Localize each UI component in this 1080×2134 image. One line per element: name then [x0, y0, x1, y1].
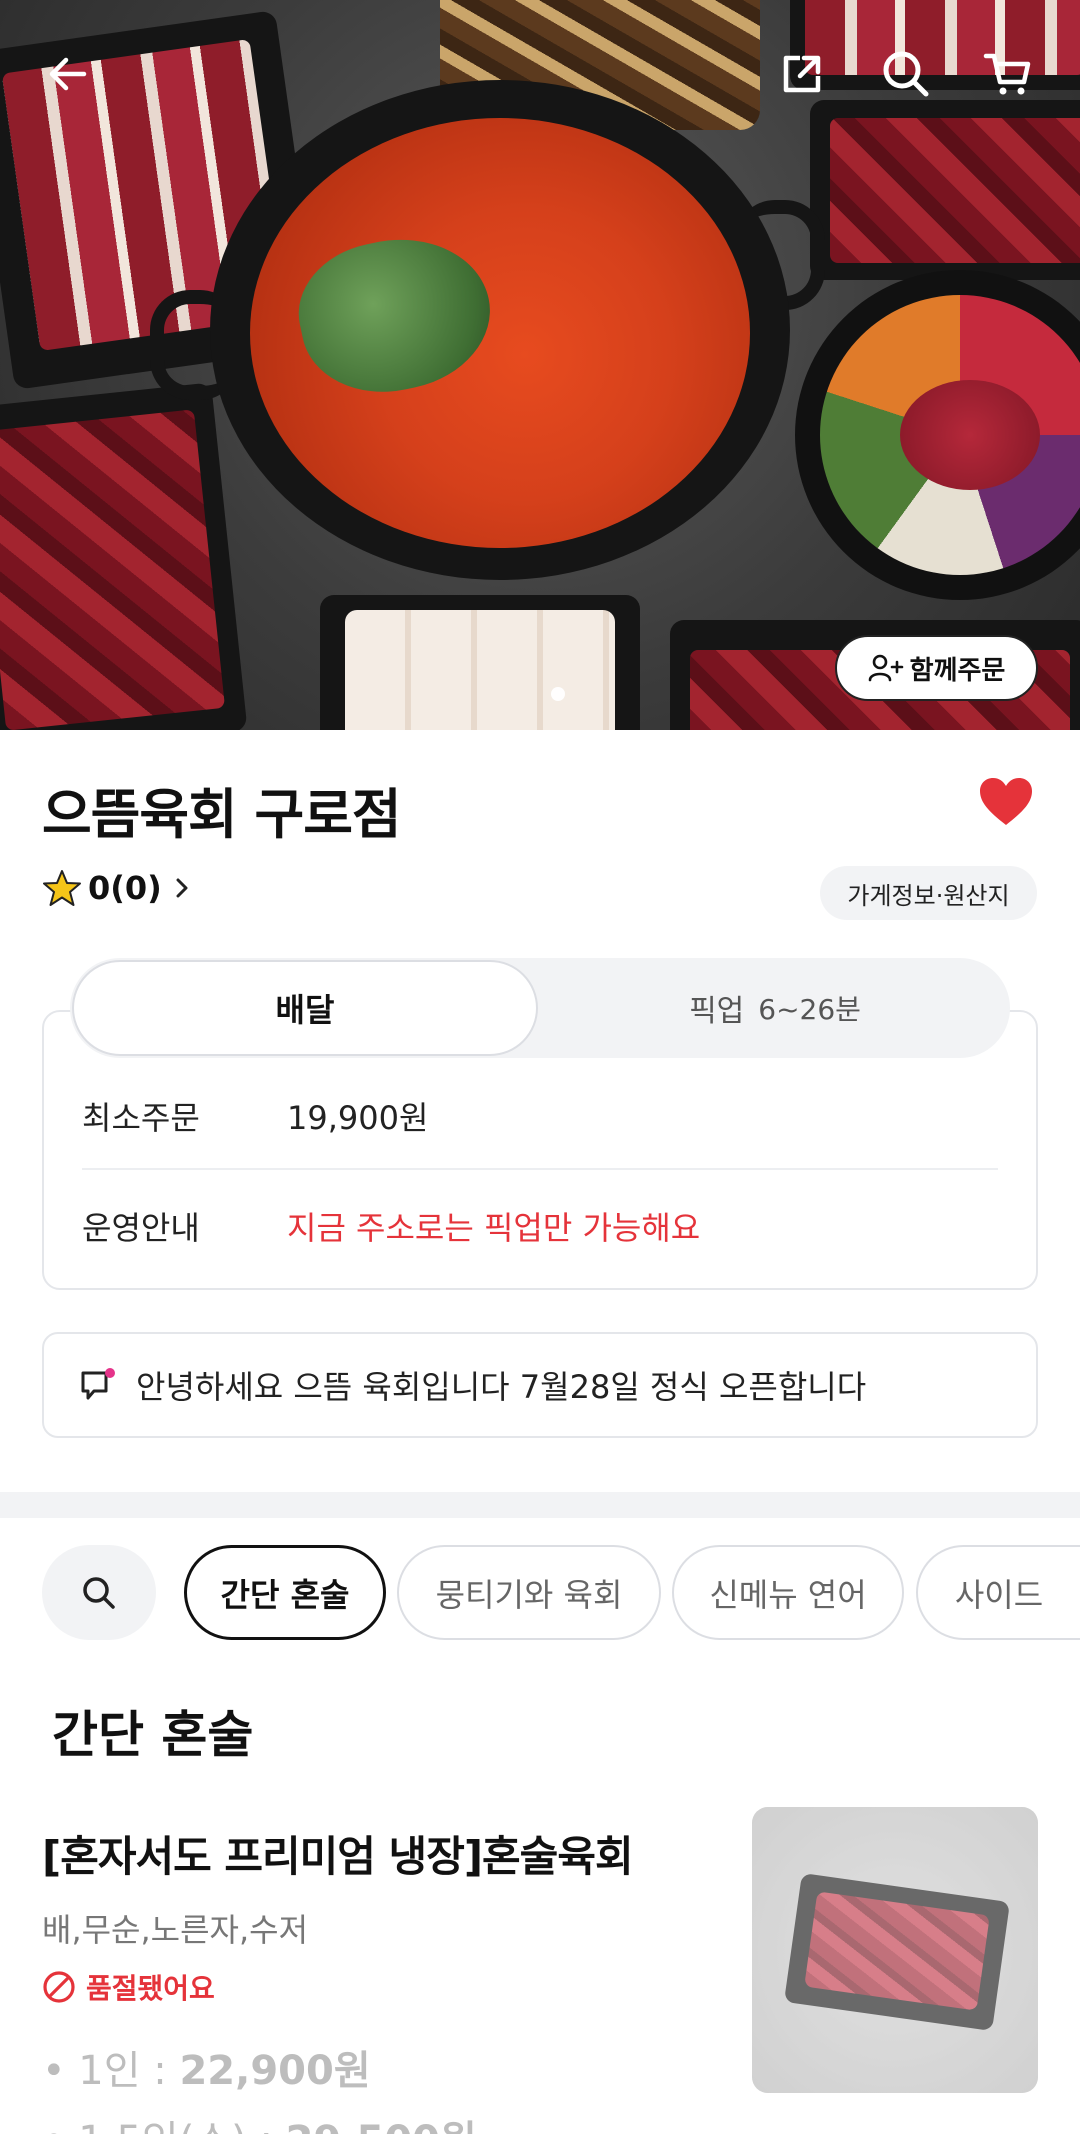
- menu-item-description: 배,무순,노른자,수저: [42, 1911, 309, 1949]
- chevron-right-icon: [176, 878, 188, 898]
- price-option-label: • 1인 :: [42, 2048, 180, 2094]
- prohibited-icon: [43, 1971, 75, 2003]
- star-icon: [43, 870, 81, 906]
- share-button[interactable]: [772, 44, 832, 104]
- min-order-value: 19,900원: [287, 1099, 429, 1137]
- sold-out-badge: 품절됐어요: [42, 1967, 215, 2007]
- operation-row: 운영안내 지금 주소로는 픽업만 가능해요: [82, 1203, 700, 1249]
- hero-food-rice-noodle: [345, 610, 615, 730]
- together-order-label: 함께주문: [909, 655, 1006, 686]
- menu-search-button[interactable]: [42, 1545, 156, 1640]
- tab-pickup-time: 6~26분: [758, 993, 861, 1026]
- tab-pickup-label: 픽업: [689, 994, 745, 1029]
- store-hero-image[interactable]: 함께주문: [0, 0, 1080, 730]
- rating-link[interactable]: 0(0): [42, 868, 196, 908]
- tab-pickup[interactable]: 픽업 6~26분: [540, 960, 1010, 1056]
- hero-food-meat: [0, 409, 226, 730]
- carousel-indicator: [551, 687, 565, 701]
- operation-value: 지금 주소로는 픽업만 가능해요: [287, 1209, 701, 1247]
- sold-out-text: 품절됐어요: [86, 1972, 215, 2005]
- category-bar: 간단 혼술 뭉티기와 육회 신메뉴 연어 사이드: [0, 1545, 1080, 1640]
- operation-label: 운영안내: [82, 1209, 200, 1247]
- search-icon: [883, 51, 929, 97]
- sold-out-overlay: [752, 1807, 1038, 2093]
- store-info-origin-button[interactable]: 가게정보·원산지: [820, 866, 1037, 920]
- back-button[interactable]: [38, 44, 98, 104]
- section-title: 간단 혼술: [52, 1706, 254, 1764]
- search-button[interactable]: [876, 44, 936, 104]
- menu-item-name[interactable]: [혼자서도 프리미엄 냉장]혼술육회: [42, 1823, 634, 1884]
- price-option-value: 22,900원: [179, 2048, 371, 2094]
- heart-icon: [980, 778, 1032, 825]
- store-name: 으뜸육회 구로점: [42, 783, 402, 846]
- hero-food-yukhoe: [900, 380, 1040, 490]
- min-order-label: 최소주문: [82, 1099, 200, 1137]
- hero-food-meat: [805, 0, 1080, 75]
- section-divider: [0, 1492, 1080, 1518]
- divider: [82, 1168, 998, 1170]
- category-chip[interactable]: 뭉티기와 육회: [397, 1545, 661, 1640]
- add-person-icon: [868, 654, 903, 682]
- category-chip[interactable]: 사이드: [916, 1545, 1080, 1640]
- price-option: • 1.5인(소) : 29,500원: [42, 2108, 477, 2134]
- tab-delivery[interactable]: 배달: [72, 960, 538, 1056]
- search-icon: [83, 1576, 115, 1609]
- favorite-button[interactable]: [978, 777, 1034, 827]
- back-arrow-icon: [49, 57, 87, 91]
- category-chip[interactable]: 신메뉴 연어: [672, 1545, 904, 1640]
- category-chip[interactable]: 간단 혼술: [184, 1545, 386, 1640]
- price-option-value: 29,500원: [286, 2118, 477, 2134]
- price-option: • 1인 : 22,900원: [42, 2038, 371, 2096]
- notice-icon: [81, 1368, 115, 1400]
- cart-icon: [983, 53, 1031, 95]
- hero-food-meat: [830, 118, 1080, 263]
- rating-value: 0(0): [88, 869, 162, 907]
- notice-text: 안녕하세요 으뜸 육회입니다 7월28일 정식 오픈합니다: [136, 1368, 867, 1406]
- together-order-button[interactable]: 함께주문: [835, 635, 1038, 701]
- min-order-row: 최소주문 19,900원: [82, 1093, 428, 1139]
- store-notice[interactable]: 안녕하세요 으뜸 육회입니다 7월28일 정식 오픈합니다: [42, 1332, 1038, 1438]
- price-option-label: • 1.5인(소) :: [42, 2118, 286, 2134]
- share-icon: [783, 55, 821, 93]
- cart-button[interactable]: [978, 44, 1038, 104]
- menu-item-image[interactable]: [752, 1807, 1038, 2093]
